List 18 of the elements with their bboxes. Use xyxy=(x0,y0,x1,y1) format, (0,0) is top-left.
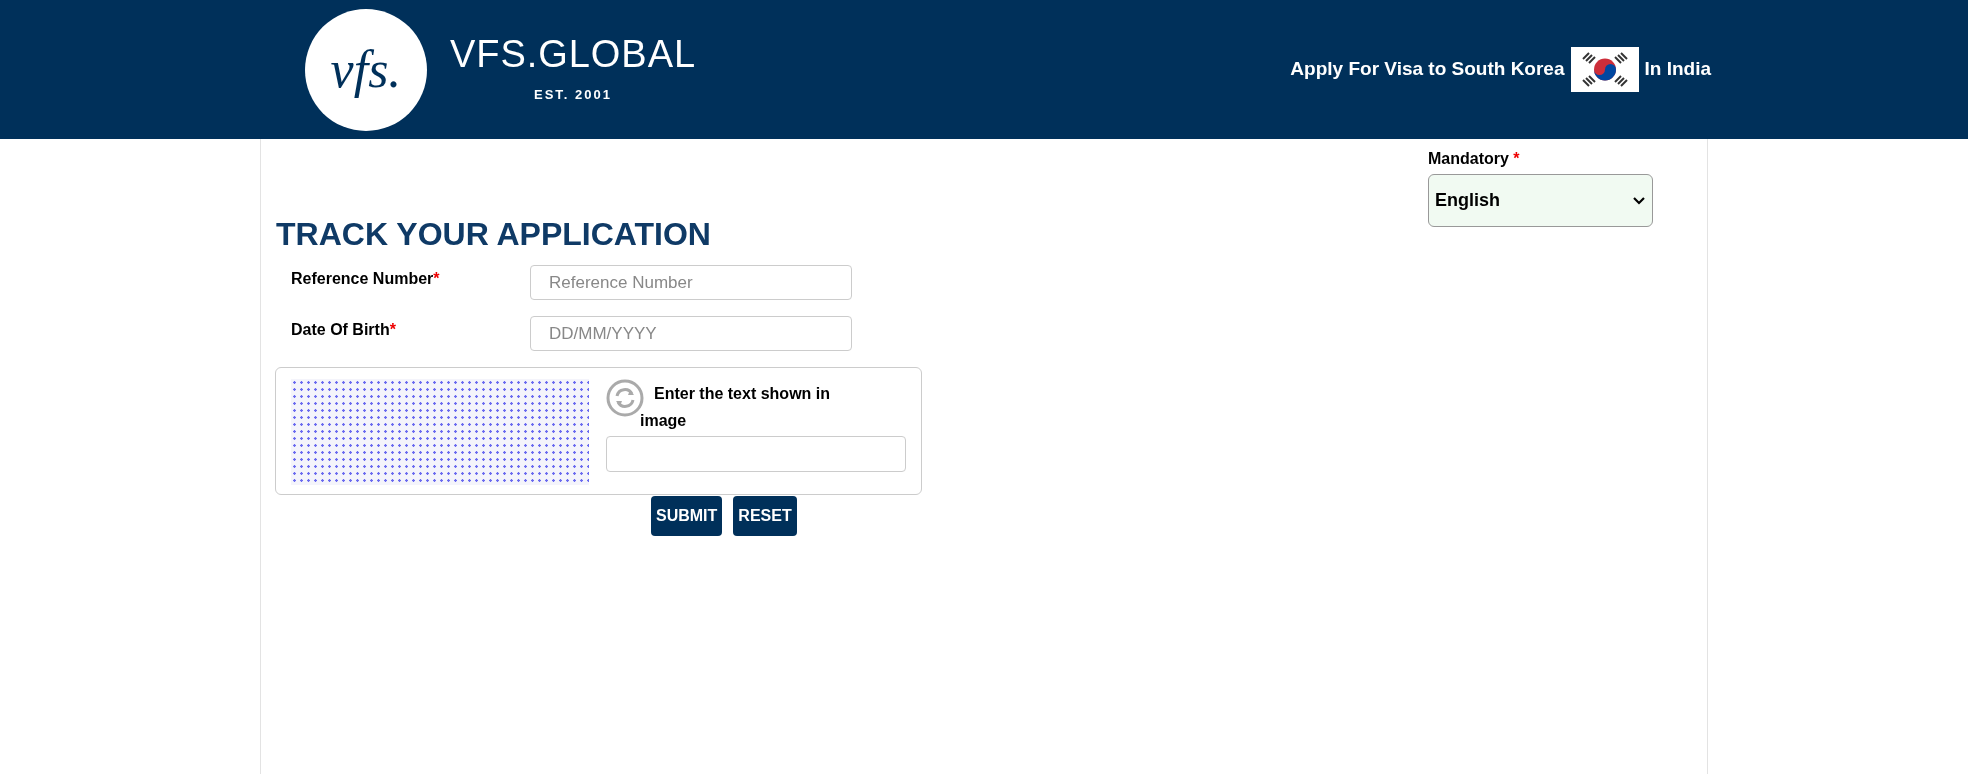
flag-icon xyxy=(1570,47,1639,92)
form-button[interactable]: RESET xyxy=(733,496,797,536)
language-select[interactable]: English xyxy=(1428,174,1653,227)
field-label: Date Of Birth* xyxy=(291,320,397,340)
input-field[interactable]: DD/MM/YYYY xyxy=(530,316,852,351)
captcha-prompt: Enter the text shown in image xyxy=(640,384,831,431)
chevron-down-icon xyxy=(1632,196,1646,205)
header-tagline: Apply For Visa to South Korea xyxy=(1290,57,1565,82)
header-tagline: In India xyxy=(1644,57,1711,82)
captcha-input[interactable] xyxy=(606,436,906,472)
language-label: Mandatory * xyxy=(1428,149,1521,169)
field-label: Reference Number* xyxy=(291,269,441,289)
established-text: EST. 2001 xyxy=(534,85,612,104)
input-field[interactable]: Reference Number xyxy=(530,265,852,300)
form-button[interactable]: SUBMIT xyxy=(651,496,723,536)
page-title: TRACK YOUR APPLICATION xyxy=(276,218,711,250)
logo-mark: vfs. xyxy=(330,43,402,96)
brand-name: VFS.GLOBAL xyxy=(450,34,697,73)
